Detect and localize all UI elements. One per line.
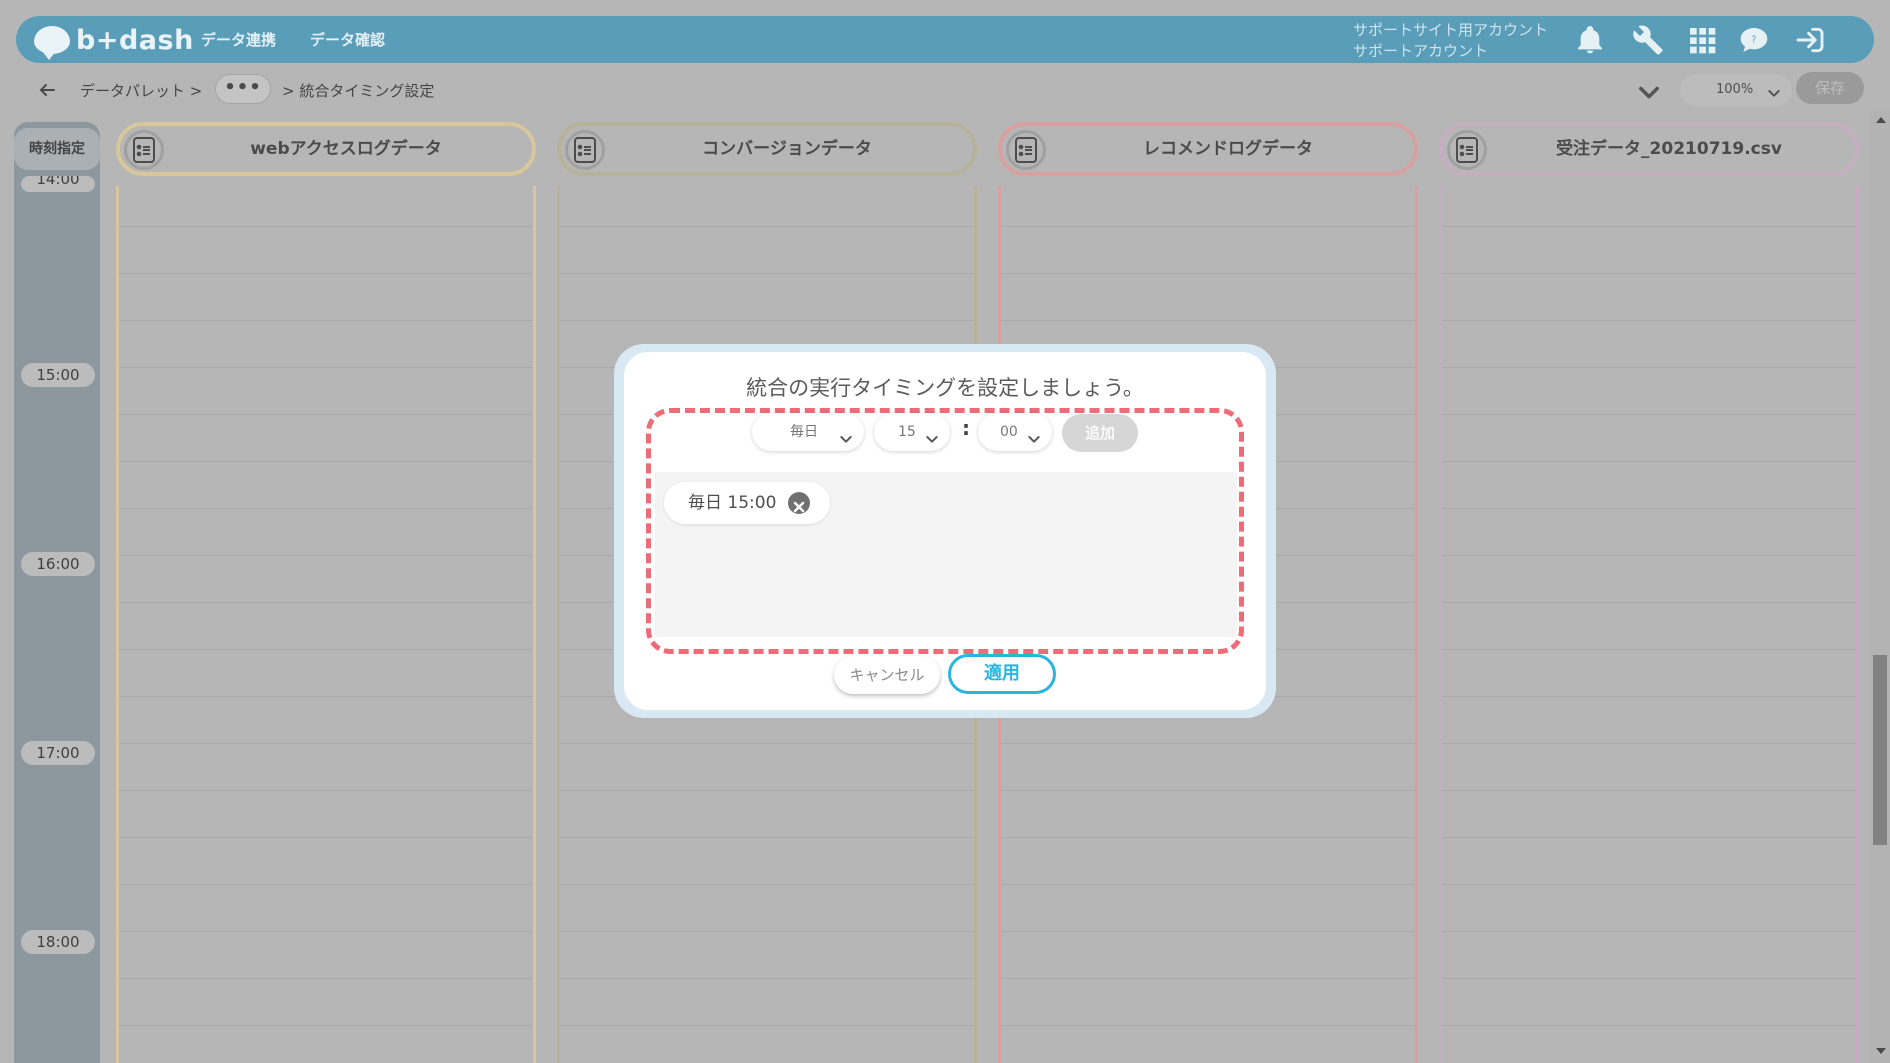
time-label: 16:00 <box>21 552 95 576</box>
zoom-select[interactable]: 100% <box>1680 74 1792 106</box>
chevron-down-icon <box>838 424 854 443</box>
back-arrow-icon[interactable] <box>35 78 59 102</box>
column-title: レコメンドログデータ <box>1143 139 1313 159</box>
chevron-down-icon <box>924 424 940 443</box>
file-list-icon <box>1006 130 1046 170</box>
execution-timing-modal: 統合の実行タイミングを設定しましょう。 毎日 15 : 00 追加 毎日 15:… <box>624 352 1266 710</box>
file-list-icon <box>1447 130 1487 170</box>
time-axis-column <box>14 122 100 1063</box>
data-column-header[interactable]: コンバージョンデータ <box>557 122 977 176</box>
breadcrumb-more-button[interactable]: ••• <box>215 74 271 104</box>
account-info[interactable]: サポートサイト用アカウント サポートアカウント <box>1353 20 1548 62</box>
time-specify-header[interactable]: 時刻指定 <box>14 128 100 170</box>
top-navigation-bar: b+dash データ連携 データ確認 サポートサイト用アカウント サポートアカウ… <box>16 16 1874 63</box>
file-list-icon <box>565 130 605 170</box>
time-separator: : <box>962 416 970 440</box>
minute-value: 00 <box>1000 424 1018 440</box>
grid-icon[interactable] <box>1686 24 1718 56</box>
logout-icon[interactable] <box>1794 24 1826 56</box>
time-label: 18:00 <box>21 930 95 954</box>
modal-title: 統合の実行タイミングを設定しましょう。 <box>746 376 1144 400</box>
hour-select[interactable]: 15 <box>874 413 950 451</box>
frequency-value: 毎日 <box>790 424 818 440</box>
scroll-down-arrow-icon[interactable] <box>1876 1048 1886 1054</box>
cancel-button[interactable]: キャンセル <box>834 656 940 694</box>
time-label: 15:00 <box>21 363 95 387</box>
remove-schedule-icon[interactable] <box>788 492 810 514</box>
bell-icon[interactable] <box>1574 24 1606 56</box>
breadcrumb-current: > 統合タイミング設定 <box>282 82 435 100</box>
hour-value: 15 <box>898 424 916 440</box>
add-schedule-button[interactable]: 追加 <box>1062 414 1138 452</box>
column-title: webアクセスログデータ <box>250 139 442 159</box>
schedule-chip: 毎日 15:00 <box>664 482 830 524</box>
data-column-lane <box>1439 186 1859 1063</box>
logo-text: b+dash <box>76 24 194 56</box>
file-list-icon <box>124 130 164 170</box>
vertical-scrollbar[interactable] <box>1870 110 1890 1063</box>
frequency-select[interactable]: 毎日 <box>752 413 864 451</box>
nav-data-integration[interactable]: データ連携 <box>201 29 276 50</box>
nav-data-check[interactable]: データ確認 <box>310 29 385 50</box>
breadcrumb-bar: データパレット > ••• > 統合タイミング設定 100% 保存 <box>10 70 1880 110</box>
scrollbar-thumb[interactable] <box>1873 655 1887 845</box>
chevron-down-icon <box>1026 424 1042 443</box>
account-name: サポートサイト用アカウント <box>1353 21 1549 39</box>
chevron-down-icon <box>1766 82 1782 98</box>
column-title: 受注データ_20210719.csv <box>1556 139 1782 159</box>
time-label: 17:00 <box>21 741 95 765</box>
data-column-header[interactable]: webアクセスログデータ <box>116 122 536 176</box>
chevron-down-icon[interactable] <box>1635 78 1663 102</box>
breadcrumb-data-palette[interactable]: データパレット > <box>80 80 202 101</box>
save-button[interactable]: 保存 <box>1796 72 1864 104</box>
data-column-header[interactable]: レコメンドログデータ <box>998 122 1418 176</box>
bdash-logo[interactable]: b+dash <box>34 22 194 60</box>
data-column-lane <box>116 186 536 1063</box>
minute-select[interactable]: 00 <box>978 413 1052 451</box>
data-column-header[interactable]: 受注データ_20210719.csv <box>1439 122 1859 176</box>
column-title: コンバージョンデータ <box>702 139 872 159</box>
account-user: サポートアカウント <box>1353 42 1489 60</box>
wrench-icon[interactable] <box>1632 24 1664 56</box>
time-label-partial: 14:00 <box>21 176 95 192</box>
schedule-chip-label: 毎日 15:00 <box>688 493 777 513</box>
help-icon[interactable]: ? <box>1738 24 1770 56</box>
zoom-value: 100% <box>1716 82 1754 97</box>
apply-button[interactable]: 適用 <box>948 654 1056 694</box>
logo-bubble-icon <box>34 26 70 60</box>
scroll-up-arrow-icon[interactable] <box>1876 117 1886 123</box>
svg-text:?: ? <box>1752 35 1757 46</box>
